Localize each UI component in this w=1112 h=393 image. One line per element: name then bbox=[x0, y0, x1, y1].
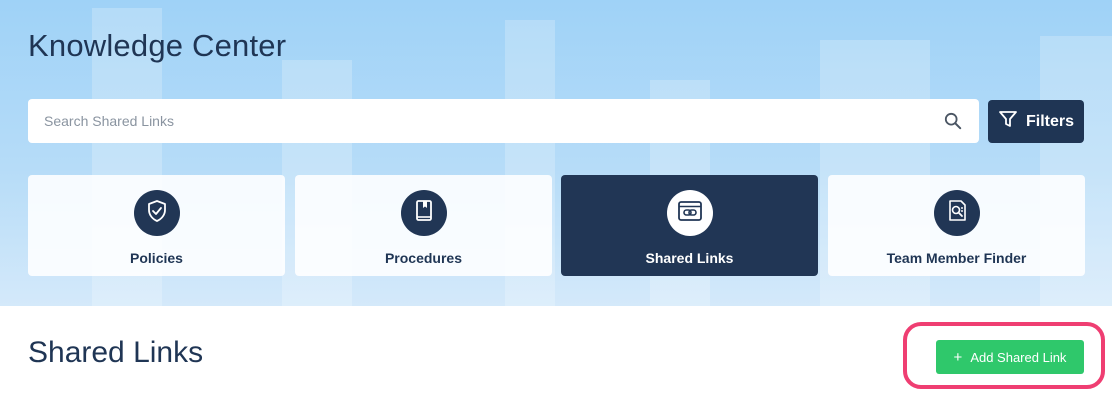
category-card-shared-links[interactable]: Shared Links bbox=[561, 175, 818, 276]
plus-icon: + bbox=[953, 348, 963, 366]
category-card-procedures[interactable]: Procedures bbox=[295, 175, 552, 276]
search-input[interactable] bbox=[44, 113, 943, 129]
category-label: Shared Links bbox=[645, 250, 734, 266]
add-shared-link-button[interactable]: + Add Shared Link bbox=[936, 340, 1084, 374]
shield-check-icon bbox=[144, 198, 170, 229]
category-icon-circle bbox=[933, 190, 980, 236]
category-icon-circle bbox=[400, 190, 447, 236]
category-card-policies[interactable]: Policies bbox=[28, 175, 285, 276]
book-icon bbox=[411, 198, 437, 229]
category-label: Procedures bbox=[384, 250, 463, 266]
filters-button[interactable]: Filters bbox=[988, 100, 1084, 143]
funnel-icon bbox=[998, 109, 1018, 134]
category-icon-circle bbox=[133, 190, 180, 236]
link-window-icon bbox=[676, 197, 704, 230]
search-bar[interactable] bbox=[28, 99, 979, 143]
filters-label: Filters bbox=[1025, 112, 1074, 130]
person-search-icon bbox=[944, 198, 970, 229]
category-label: Team Member Finder bbox=[886, 250, 1027, 266]
page-title: Knowledge Center bbox=[28, 28, 287, 63]
search-icon[interactable] bbox=[943, 111, 963, 131]
section-title: Shared Links bbox=[28, 336, 204, 369]
category-label: Policies bbox=[130, 250, 183, 266]
add-shared-link-label: Add Shared Link bbox=[970, 349, 1067, 365]
category-icon-circle bbox=[666, 190, 713, 236]
category-card-team-member-finder[interactable]: Team Member Finder bbox=[828, 175, 1085, 276]
